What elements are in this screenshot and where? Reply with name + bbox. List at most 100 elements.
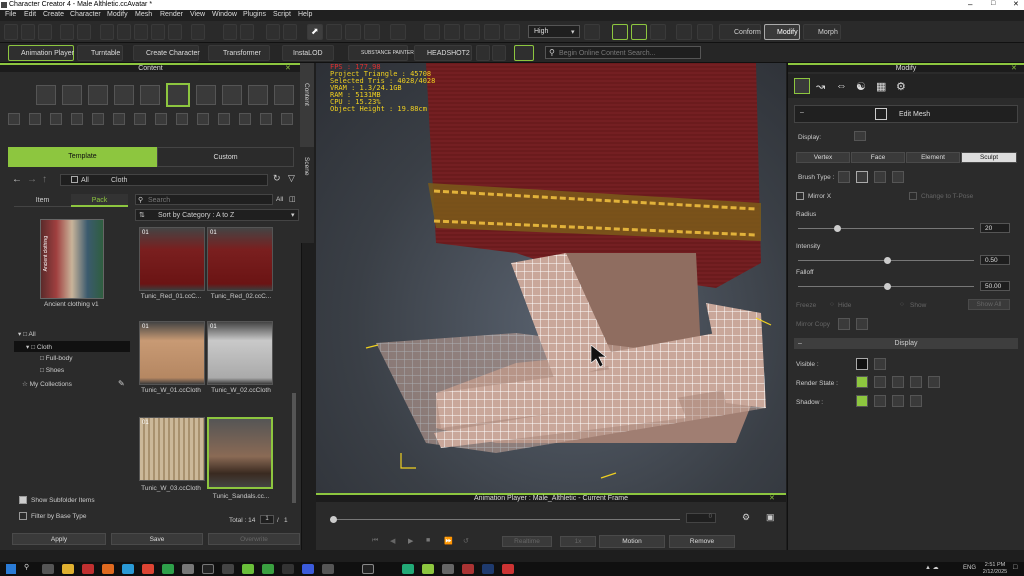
side-tab-content[interactable]: Content	[300, 63, 314, 147]
app-icon-4[interactable]	[202, 564, 214, 574]
speed-dropdown[interactable]: 1x	[560, 536, 596, 547]
edge-icon[interactable]	[122, 564, 134, 574]
redo-icon[interactable]	[283, 24, 297, 40]
undo-icon[interactable]	[266, 24, 280, 40]
pose-tool-icon[interactable]	[612, 24, 628, 40]
edit-tool-icon[interactable]	[650, 24, 666, 40]
menu-create[interactable]: Create	[43, 11, 64, 18]
app-icon-13[interactable]	[502, 564, 514, 574]
new-project-icon[interactable]	[4, 24, 18, 40]
conform-button[interactable]: Conform	[719, 24, 761, 40]
anim-window-icon[interactable]: ▣	[766, 512, 775, 523]
thumb-tunic-w-03[interactable]: 01	[139, 417, 205, 481]
up-arrow-icon[interactable]: ↑	[42, 174, 47, 185]
brush-eye-icon[interactable]	[892, 171, 904, 183]
tree-item-fullbody[interactable]: □ Full-body	[40, 355, 72, 362]
blender-icon[interactable]	[151, 24, 165, 40]
export-icon[interactable]	[77, 24, 91, 40]
content-search-input[interactable]: ⚲ Search	[135, 194, 273, 205]
timeline-slider[interactable]	[330, 516, 680, 523]
radius-input[interactable]: 20	[980, 223, 1010, 233]
app-icon-10[interactable]	[402, 564, 414, 574]
step-forward-icon[interactable]: ⏩	[444, 537, 453, 545]
category-character-icon[interactable]	[62, 85, 82, 105]
plugin-icon[interactable]	[476, 45, 490, 61]
thumb-tunic-red-02[interactable]: 01	[207, 227, 273, 291]
save-project-icon[interactable]	[38, 24, 52, 40]
iclone-icon[interactable]	[134, 24, 148, 40]
light-icon[interactable]	[584, 24, 600, 40]
falloff-input[interactable]: 50.00	[980, 281, 1010, 291]
view-cube-icon[interactable]	[444, 24, 460, 40]
quality-dropdown[interactable]: High ▾	[528, 25, 580, 38]
iclone-task-icon[interactable]	[422, 564, 434, 574]
frame-icon[interactable]	[504, 24, 520, 40]
turntable-button[interactable]: Turntable	[77, 45, 123, 61]
tab-physics-icon[interactable]: ⚙	[896, 80, 906, 93]
menu-edit[interactable]: Edit	[24, 11, 36, 18]
mode-vertex[interactable]: Vertex	[796, 152, 850, 163]
3d-viewport[interactable]	[316, 63, 786, 495]
mode-face[interactable]: Face	[851, 152, 905, 163]
stop-icon[interactable]: ■	[426, 537, 430, 544]
app-icon-2[interactable]	[162, 564, 174, 574]
breadcrumb-cloth[interactable]: Cloth	[111, 177, 127, 184]
modify-button[interactable]: Modify	[764, 24, 800, 40]
mail-icon[interactable]	[82, 564, 94, 574]
anim-close-icon[interactable]: ✕	[769, 494, 775, 502]
shadow-receive-icon[interactable]	[892, 395, 904, 407]
menu-file[interactable]: File	[5, 11, 16, 18]
eye-view-icon[interactable]	[464, 24, 480, 40]
tree-item-shoes[interactable]: □ Shoes	[40, 367, 64, 374]
radius-slider[interactable]	[798, 225, 974, 232]
save-button[interactable]: Save	[111, 533, 203, 545]
mode-element[interactable]: Element	[906, 152, 960, 163]
tray-icons[interactable]: ▲ ☁	[925, 564, 939, 571]
category-hair-icon[interactable]	[140, 85, 160, 105]
minimize-icon[interactable]: –	[968, 0, 972, 9]
render-xray-icon[interactable]	[928, 376, 940, 388]
online-search-input[interactable]: ⚲ Begin Online Content Search...	[545, 46, 701, 59]
menu-script[interactable]: Script	[273, 11, 291, 18]
tab-template[interactable]: Template	[8, 147, 157, 167]
pick-icon[interactable]	[676, 24, 692, 40]
timeline-knob[interactable]	[330, 516, 337, 523]
close-icon[interactable]: ✕	[1013, 0, 1019, 8]
grid-scrollbar[interactable]	[292, 393, 296, 503]
smart-search-icon[interactable]	[514, 45, 534, 61]
app-icon-12[interactable]	[462, 564, 474, 574]
chrome-icon[interactable]	[142, 564, 154, 574]
clock[interactable]: 2:51 PM 2/12/2025	[980, 562, 1010, 576]
category-image-icon[interactable]	[274, 85, 294, 105]
mirror-x-checkbox[interactable]	[796, 192, 804, 200]
loop-icon[interactable]: ↺	[463, 537, 469, 545]
modify-close-icon[interactable]: ✕	[1011, 64, 1017, 72]
sub-icon-12[interactable]	[239, 113, 251, 125]
panel-close-icon[interactable]: ✕	[285, 64, 291, 72]
subtab-pack[interactable]: Pack	[71, 194, 128, 207]
sub-icon-7[interactable]	[134, 113, 146, 125]
screenshot-icon[interactable]	[240, 24, 254, 40]
render-textured-icon[interactable]	[874, 376, 886, 388]
morph-button[interactable]: Morph	[803, 24, 841, 40]
menu-character[interactable]: Character	[70, 11, 101, 18]
app-icon-5[interactable]	[222, 564, 234, 574]
brush-smooth-icon[interactable]	[856, 171, 868, 183]
shadow-off-icon[interactable]	[910, 395, 922, 407]
anim-settings-icon[interactable]: ⚙	[742, 512, 750, 523]
falloff-knob[interactable]	[884, 283, 891, 290]
category-pose-icon[interactable]	[114, 85, 134, 105]
visible-off-icon[interactable]	[874, 358, 886, 370]
menu-render[interactable]: Render	[160, 11, 183, 18]
maximize-icon[interactable]: □	[991, 0, 995, 7]
category-scene-icon[interactable]	[248, 85, 268, 105]
category-accessory-icon[interactable]	[196, 85, 216, 105]
transformer-button[interactable]: Transformer	[208, 45, 270, 61]
tab-texture-icon[interactable]: ▦	[876, 80, 886, 93]
create-character-button[interactable]: Create Character	[133, 45, 200, 61]
sub-icon-5[interactable]	[92, 113, 104, 125]
brush-wave-icon[interactable]	[874, 171, 886, 183]
sub-icon-10[interactable]	[197, 113, 209, 125]
sub-icon-6[interactable]	[113, 113, 125, 125]
scale-tool-icon[interactable]	[364, 24, 380, 40]
